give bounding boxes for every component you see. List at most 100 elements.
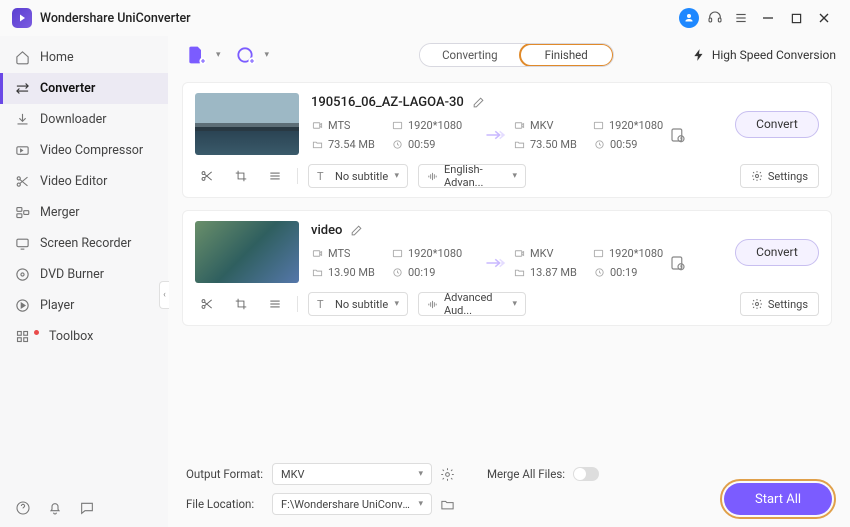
output-settings-icon[interactable] xyxy=(669,126,687,144)
sidebar-item-label: Player xyxy=(40,298,74,313)
sidebar-item-editor[interactable]: Video Editor xyxy=(0,166,168,197)
sidebar-item-label: Screen Recorder xyxy=(40,236,131,251)
record-icon xyxy=(14,236,30,252)
trim-icon[interactable] xyxy=(195,293,219,315)
settings-label: Settings xyxy=(768,298,808,311)
subtitle-value: No subtitle xyxy=(335,298,388,311)
add-link-caret[interactable]: ▾ xyxy=(265,50,270,60)
play-icon xyxy=(14,298,30,314)
thumbnail[interactable] xyxy=(195,93,299,155)
audio-dropdown[interactable]: Advanced Aud...▾ xyxy=(418,292,526,316)
sidebar-item-recorder[interactable]: Screen Recorder xyxy=(0,228,168,259)
settings-button[interactable]: Settings xyxy=(740,292,819,316)
convert-button[interactable]: Convert xyxy=(735,111,819,138)
compress-icon xyxy=(14,143,30,159)
download-icon xyxy=(14,112,30,128)
merge-toggle[interactable] xyxy=(573,467,599,481)
sidebar-item-compressor[interactable]: Video Compressor xyxy=(0,135,168,166)
maximize-button[interactable] xyxy=(782,5,810,31)
add-file-caret[interactable]: ▾ xyxy=(216,50,221,60)
support-icon[interactable] xyxy=(702,5,728,31)
home-icon xyxy=(14,50,30,66)
title-bar: Wondershare UniConverter xyxy=(0,0,850,36)
sidebar-item-label: Home xyxy=(40,50,74,65)
convert-button[interactable]: Convert xyxy=(735,239,819,266)
thumbnail[interactable] xyxy=(195,221,299,283)
effects-icon[interactable] xyxy=(263,165,287,187)
output-format-label: Output Format: xyxy=(186,467,264,481)
resolution-icon xyxy=(391,120,403,132)
sidebar-item-toolbox[interactable]: Toolbox xyxy=(0,321,168,352)
dst-format: MKV xyxy=(530,119,554,132)
notification-dot xyxy=(34,330,39,335)
src-duration: 00:19 xyxy=(408,266,435,279)
crop-icon[interactable] xyxy=(229,165,253,187)
sidebar-item-label: Converter xyxy=(40,81,95,96)
sidebar-item-player[interactable]: Player xyxy=(0,290,168,321)
minimize-button[interactable] xyxy=(754,5,782,31)
sidebar-item-converter[interactable]: Converter xyxy=(0,73,168,104)
audio-value: English-Advan... xyxy=(444,163,506,189)
high-speed-toggle[interactable]: High Speed Conversion xyxy=(692,48,836,62)
footer: Output Format: MKV▾ Merge All Files: Fil… xyxy=(168,455,850,527)
high-speed-label: High Speed Conversion xyxy=(712,48,836,62)
sidebar-item-label: Video Editor xyxy=(40,174,107,189)
dst-duration: 00:59 xyxy=(610,138,637,151)
subtitle-dropdown[interactable]: TNo subtitle▾ xyxy=(308,292,408,316)
merge-label: Merge All Files: xyxy=(487,467,565,481)
sidebar-item-downloader[interactable]: Downloader xyxy=(0,104,168,135)
disc-icon xyxy=(14,267,30,283)
effects-icon[interactable] xyxy=(263,293,287,315)
output-settings-icon[interactable] xyxy=(669,254,687,272)
help-icon[interactable] xyxy=(14,499,32,517)
video-icon xyxy=(311,120,323,132)
main-panel: ▾ ▾ Converting Finished High Speed Conve… xyxy=(168,36,850,527)
src-format: MTS xyxy=(328,247,350,260)
collapse-sidebar-button[interactable]: ‹ xyxy=(159,281,169,309)
trim-icon[interactable] xyxy=(195,165,219,187)
add-file-button[interactable] xyxy=(182,42,210,68)
src-duration: 00:59 xyxy=(408,138,435,151)
converter-icon xyxy=(14,81,30,97)
feedback-icon[interactable] xyxy=(78,499,96,517)
sidebar-item-dvd[interactable]: DVD Burner xyxy=(0,259,168,290)
src-format: MTS xyxy=(328,119,350,132)
start-all-button[interactable]: Start All xyxy=(724,483,832,515)
src-resolution: 1920*1080 xyxy=(408,119,462,132)
add-link-button[interactable] xyxy=(231,42,259,68)
output-format-dropdown[interactable]: MKV▾ xyxy=(272,463,432,485)
output-gear-icon[interactable] xyxy=(440,467,455,482)
edit-icon[interactable] xyxy=(472,96,485,109)
close-button[interactable] xyxy=(810,5,838,31)
dst-format: MKV xyxy=(530,247,554,260)
tab-finished[interactable]: Finished xyxy=(519,43,614,67)
sidebar-item-merger[interactable]: Merger xyxy=(0,197,168,228)
menu-icon[interactable] xyxy=(728,5,754,31)
subtitle-dropdown[interactable]: TNo subtitle▾ xyxy=(308,164,408,188)
edit-icon[interactable] xyxy=(350,224,363,237)
sidebar-item-label: Merger xyxy=(40,205,80,220)
file-location-label: File Location: xyxy=(186,497,264,511)
audio-dropdown[interactable]: English-Advan...▾ xyxy=(418,164,526,188)
settings-button[interactable]: Settings xyxy=(740,164,819,188)
sidebar-item-home[interactable]: Home xyxy=(0,42,168,73)
src-size: 73.54 MB xyxy=(328,138,375,151)
app-logo xyxy=(12,8,32,28)
src-size: 13.90 MB xyxy=(328,266,375,279)
settings-label: Settings xyxy=(768,170,808,183)
merge-icon xyxy=(14,205,30,221)
subtitle-value: No subtitle xyxy=(335,170,388,183)
open-folder-icon[interactable] xyxy=(440,497,455,512)
dst-duration: 00:19 xyxy=(610,266,637,279)
crop-icon[interactable] xyxy=(229,293,253,315)
tab-converting[interactable]: Converting xyxy=(420,44,520,66)
file-name: video xyxy=(311,223,342,238)
file-location-dropdown[interactable]: F:\Wondershare UniConverter▾ xyxy=(272,493,432,515)
toolbar: ▾ ▾ Converting Finished High Speed Conve… xyxy=(168,36,850,74)
output-format-value: MKV xyxy=(281,468,305,481)
notification-icon[interactable] xyxy=(46,499,64,517)
subtitle-icon: T xyxy=(317,170,329,183)
user-avatar[interactable] xyxy=(676,5,702,31)
audio-value: Advanced Aud... xyxy=(444,291,506,317)
file-card: 190516_06_AZ-LAGOA-30 MTS 1920*1080 73. xyxy=(182,82,832,198)
